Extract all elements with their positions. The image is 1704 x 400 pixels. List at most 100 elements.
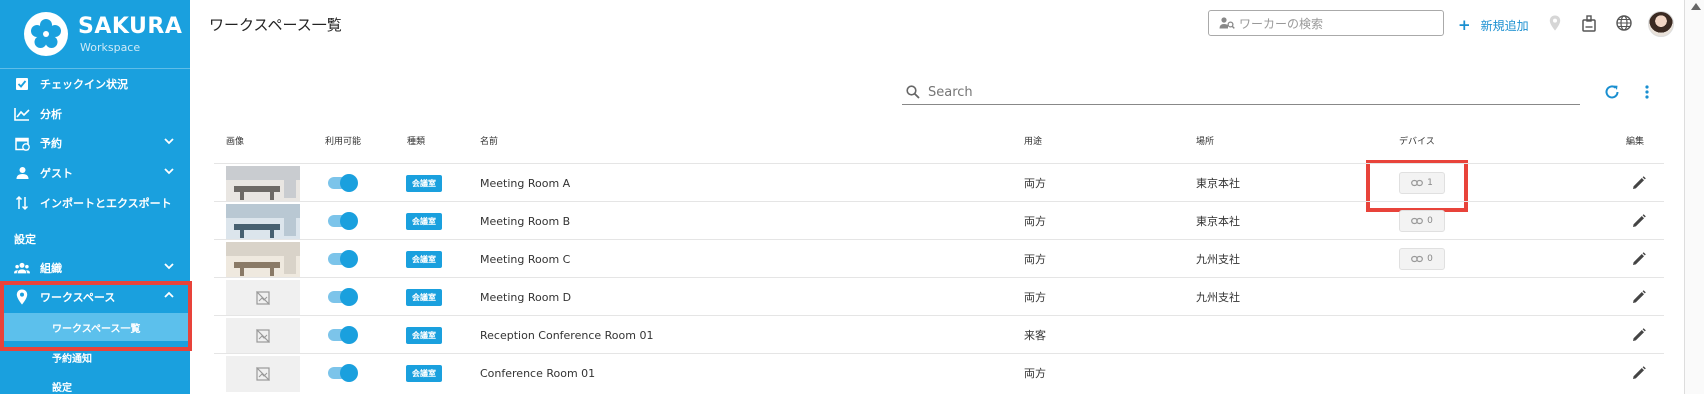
globe-icon[interactable] — [1615, 14, 1633, 32]
worker-search-input[interactable]: ワーカーの検索 — [1208, 10, 1444, 36]
type-cell: 会議室 — [406, 164, 442, 202]
logo-title: SAKURA — [78, 14, 183, 39]
table-row[interactable]: 会議室 Meeting Room B 両方 東京本社 0 — [214, 201, 1664, 240]
device-count: 1 — [1427, 178, 1433, 188]
location-value: 東京本社 — [1196, 215, 1240, 228]
availability-toggle[interactable] — [328, 326, 358, 344]
edit-cell — [1632, 164, 1646, 202]
edit-pencil-icon[interactable] — [1632, 328, 1646, 342]
highlight-box-workspace-nav — [0, 281, 192, 351]
type-cell: 会議室 — [406, 202, 442, 240]
column-header-device: デバイス — [1399, 137, 1435, 147]
edit-cell — [1632, 202, 1646, 240]
sidebar-item-label: 組織 — [40, 262, 62, 275]
sidebar-item-import-export[interactable]: インポートとエクスポート — [0, 189, 190, 217]
device-count-button[interactable]: 0 — [1399, 248, 1445, 270]
column-header-image: 画像 — [226, 137, 245, 147]
sidebar-divider — [0, 68, 190, 69]
table-row[interactable]: 会議室 Meeting Room A 両方 東京本社 1 — [214, 163, 1664, 202]
type-cell: 会議室 — [406, 316, 442, 354]
sidebar-item-guest[interactable]: ゲスト — [0, 159, 190, 187]
table-row[interactable]: 会議室 Reception Conference Room 01 来客 — [214, 315, 1664, 354]
link-icon — [1411, 217, 1424, 225]
usage-value: 両方 — [1024, 253, 1046, 266]
column-header-name[interactable]: 名前 — [480, 134, 498, 147]
no-image-placeholder — [226, 317, 300, 354]
availability-toggle[interactable] — [328, 288, 358, 306]
scrollbar[interactable] — [1684, 0, 1704, 394]
image-cell — [226, 354, 300, 392]
sidebar-subitem-label: 設定 — [52, 382, 72, 394]
workspace-name: Meeting Room C — [480, 252, 571, 266]
image-cell — [226, 164, 300, 202]
edit-cell — [1632, 316, 1646, 354]
logo-subtitle: Workspace — [80, 41, 141, 54]
refresh-icon[interactable] — [1604, 84, 1620, 104]
workspace-thumbnail — [226, 165, 300, 202]
column-header-usage[interactable]: 用途 — [1024, 134, 1042, 147]
image-cell — [226, 316, 300, 354]
sidebar-subitem-label: 予約通知 — [52, 353, 92, 365]
table-row[interactable]: 会議室 Conference Room 01 両方 — [214, 353, 1664, 392]
search-field[interactable] — [902, 80, 1580, 105]
no-image-placeholder — [226, 355, 300, 392]
table-row[interactable]: 会議室 Meeting Room C 両方 九州支社 0 — [214, 239, 1664, 278]
edit-pencil-icon[interactable] — [1632, 366, 1646, 380]
column-header-edit: 編集 — [1626, 137, 1645, 147]
column-header-available[interactable]: 利用可能 — [325, 134, 361, 147]
sakura-logo-icon — [24, 12, 68, 56]
logo[interactable]: SAKURA Workspace — [24, 10, 184, 62]
chevron-down-icon — [164, 166, 174, 179]
workspace-thumbnail — [226, 241, 300, 278]
availability-toggle[interactable] — [328, 174, 358, 192]
checkbox-icon — [14, 76, 30, 92]
search-input[interactable] — [926, 83, 1530, 101]
sidebar-item-checkin[interactable]: チェックイン状況 — [0, 70, 190, 98]
search-icon — [906, 85, 920, 99]
availability-cell — [328, 164, 358, 202]
person-search-icon — [1219, 16, 1235, 30]
type-cell: 会議室 — [406, 278, 442, 316]
image-cell — [226, 240, 300, 278]
availability-toggle[interactable] — [328, 212, 358, 230]
sidebar-item-organization[interactable]: 組織 — [0, 254, 190, 282]
edit-pencil-icon[interactable] — [1632, 214, 1646, 228]
location-icon[interactable] — [1546, 14, 1564, 32]
availability-toggle[interactable] — [328, 250, 358, 268]
scroll-up-arrow-icon[interactable] — [1691, 3, 1701, 10]
device-count: 0 — [1427, 216, 1433, 226]
usage-value: 両方 — [1024, 291, 1046, 304]
avatar[interactable] — [1648, 11, 1674, 37]
no-image-icon — [256, 328, 270, 343]
sidebar-item-label: インポートとエクスポート — [40, 197, 172, 210]
id-badge-icon[interactable] — [1580, 14, 1598, 32]
type-cell: 会議室 — [406, 354, 442, 392]
location-value: 九州支社 — [1196, 253, 1240, 266]
sidebar-item-reservation[interactable]: 予約 — [0, 129, 190, 157]
table-row[interactable]: 会議室 Meeting Room D 両方 九州支社 — [214, 277, 1664, 316]
usage-value: 両方 — [1024, 215, 1046, 228]
image-cell — [226, 202, 300, 240]
more-vert-icon[interactable] — [1644, 84, 1650, 104]
sidebar-subitem-settings[interactable]: 設定 — [0, 372, 190, 400]
workspace-thumbnail — [226, 203, 300, 240]
edit-pencil-icon[interactable] — [1632, 290, 1646, 304]
workspace-name: Conference Room 01 — [480, 366, 596, 380]
column-header-type[interactable]: 種類 — [407, 134, 425, 147]
sidebar-item-analytics[interactable]: 分析 — [0, 100, 190, 128]
sidebar-item-label: ゲスト — [40, 167, 73, 180]
edit-pencil-icon[interactable] — [1632, 176, 1646, 190]
workspace-name: Meeting Room D — [480, 290, 572, 304]
edit-pencil-icon[interactable] — [1632, 252, 1646, 266]
edit-cell — [1632, 240, 1646, 278]
add-new-button[interactable]: + 新規追加 — [1458, 16, 1529, 34]
device-count-button[interactable]: 1 — [1399, 172, 1445, 194]
availability-toggle[interactable] — [328, 364, 358, 382]
type-badge: 会議室 — [406, 250, 442, 268]
image-cell — [226, 278, 300, 316]
chevron-down-icon — [164, 261, 174, 274]
device-count-button[interactable]: 0 — [1399, 210, 1445, 232]
device-cell: 1 — [1399, 164, 1445, 202]
type-badge: 会議室 — [406, 212, 442, 230]
column-header-location[interactable]: 場所 — [1196, 134, 1214, 147]
